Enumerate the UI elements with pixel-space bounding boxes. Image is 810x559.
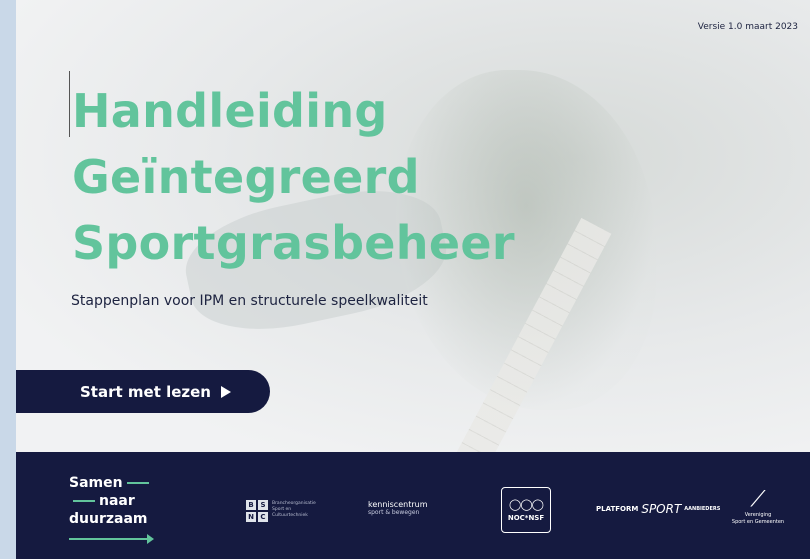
text-cursor — [69, 71, 70, 137]
olympic-rings-icon: ◯◯◯ — [509, 498, 544, 511]
arrow-icon — [69, 538, 149, 540]
vereniging-line-1: Vereniging — [744, 512, 772, 518]
bsnc-letter: N — [246, 512, 256, 522]
bsnc-letter: B — [246, 500, 256, 510]
runner-icon: ⟋ — [750, 487, 766, 512]
kenniscentrum-name: kenniscentrum — [368, 500, 428, 509]
bsnc-text-line: Cultuurtechniek — [272, 513, 308, 518]
platform-prefix: PLATFORM — [596, 505, 639, 513]
brand-line-3: duurzaam — [69, 511, 148, 527]
page-title: Handleiding Geïntegreerd Sportgrasbeheer — [72, 78, 515, 276]
dash-decoration — [126, 482, 149, 484]
partner-footer: Samen naar duurzaam B S N C Brancheorgan… — [16, 452, 810, 559]
play-icon — [220, 385, 231, 398]
start-reading-label: Start met lezen — [80, 382, 211, 401]
title-line-2: Geïntegreerd — [72, 150, 420, 204]
kenniscentrum-logo: kenniscentrum sport & bewegen — [368, 500, 427, 516]
bsnc-text: Brancheorganisatie Sport en Cultuurtechn… — [272, 501, 316, 519]
noc-nsf-logo: ◯◯◯ NOC*NSF — [501, 487, 551, 533]
kenniscentrum-sub: sport & bewegen — [368, 509, 420, 516]
bsnc-logo: B S N C — [246, 500, 268, 522]
samen-naar-duurzaam-logo: Samen naar duurzaam — [69, 474, 153, 528]
cover-page: Versie 1.0 maart 2023 Handleiding Geïnte… — [16, 0, 810, 559]
brand-line-2: naar — [99, 493, 135, 509]
platform-sportaanbieders-logo: PLATFORM SPORT AANBIEDERS — [596, 502, 720, 516]
arrow-head-icon — [147, 534, 154, 544]
title-line-1: Handleiding — [72, 84, 388, 138]
vereniging-line-2: Sport en Gemeenten — [731, 519, 785, 525]
vereniging-sport-gemeenten-logo: ⟋ Vereniging Sport en Gemeenten — [728, 488, 788, 526]
subtitle: Stappenplan voor IPM en structurele spee… — [71, 293, 428, 309]
title-line-3: Sportgrasbeheer — [72, 216, 515, 270]
platform-name: SPORT — [641, 502, 682, 516]
brand-line-1: Samen — [69, 475, 123, 491]
dash-decoration — [73, 500, 95, 502]
version-label: Versie 1.0 maart 2023 — [697, 22, 798, 32]
start-reading-button[interactable]: Start met lezen — [16, 370, 270, 413]
platform-sub: AANBIEDERS — [684, 506, 721, 512]
bsnc-letter: S — [258, 500, 268, 510]
bsnc-letter: C — [258, 512, 268, 522]
noc-label: NOC*NSF — [507, 514, 545, 522]
